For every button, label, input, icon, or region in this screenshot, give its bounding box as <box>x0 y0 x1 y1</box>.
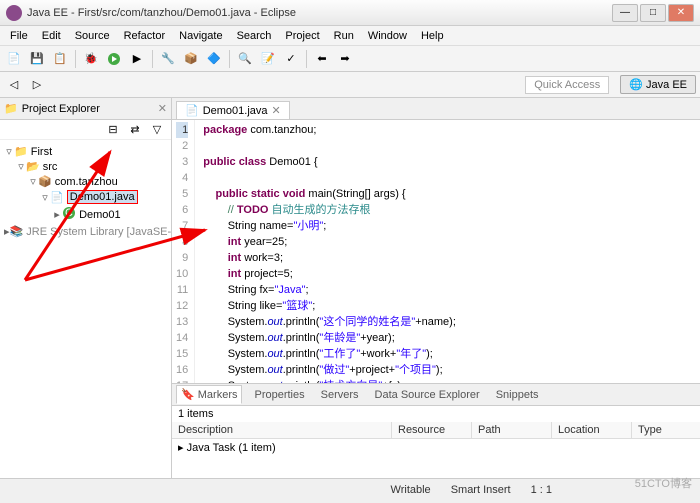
library-icon: 📚 <box>10 225 24 238</box>
new-server-button[interactable]: 🔧 <box>158 49 178 69</box>
annot-button[interactable]: 📝 <box>258 49 278 69</box>
status-position: 1 : 1 <box>531 484 552 496</box>
tree-src[interactable]: ▿📂 src <box>4 159 167 174</box>
collapse-all-button[interactable]: ⊟ <box>103 120 123 140</box>
tree-jre[interactable]: ▸📚 JRE System Library [JavaSE-1.7 <box>4 224 167 239</box>
bottom-tab-properties[interactable]: Properties <box>250 387 308 403</box>
menu-help[interactable]: Help <box>415 28 450 44</box>
search-button[interactable]: 🔍 <box>235 49 255 69</box>
window-title: Java EE - First/src/com/tanzhou/Demo01.j… <box>27 7 612 19</box>
markers-col-type[interactable]: Type <box>632 422 700 438</box>
bottom-tab-snippets[interactable]: Snippets <box>492 387 543 403</box>
save-all-button[interactable]: 📋 <box>50 49 70 69</box>
java-file-icon: 📄 <box>185 104 199 117</box>
editor-tabs: 📄 Demo01.java ✕ <box>172 98 700 120</box>
back-button[interactable]: ⬅ <box>312 49 332 69</box>
project-icon: 📁 <box>14 145 28 158</box>
perspective-javaee[interactable]: 🌐 Java EE <box>620 75 696 94</box>
project-explorer-view: 📁 Project Explorer ✕ ⊟ ⇄ ▽ ▿📁 First ▿📂 s… <box>0 98 172 478</box>
link-editor-button[interactable]: ⇄ <box>125 120 145 140</box>
close-tab-icon[interactable]: ✕ <box>272 104 281 117</box>
title-bar: Java EE - First/src/com/tanzhou/Demo01.j… <box>0 0 700 26</box>
menu-project[interactable]: Project <box>279 28 325 44</box>
forward-button[interactable]: ➡ <box>335 49 355 69</box>
watermark: 51CTO博客 <box>635 475 692 491</box>
markers-col-location[interactable]: Location <box>552 422 632 438</box>
close-button[interactable]: ✕ <box>668 4 694 22</box>
tree-java-file[interactable]: ▿📄 Demo01.java <box>4 189 167 205</box>
menu-file[interactable]: File <box>4 28 34 44</box>
status-bar: Writable Smart Insert 1 : 1 <box>0 478 700 500</box>
close-view-icon[interactable]: ✕ <box>158 102 167 115</box>
new-button[interactable]: 📄 <box>4 49 24 69</box>
menu-run[interactable]: Run <box>328 28 360 44</box>
run-ext-button[interactable]: ▶ <box>127 49 147 69</box>
markers-count: 1 items <box>172 406 700 422</box>
project-explorer-title: Project Explorer <box>22 103 154 115</box>
markers-col-resource[interactable]: Resource <box>392 422 472 438</box>
type-button[interactable]: 🔷 <box>204 49 224 69</box>
folder-icon: 📁 <box>4 102 18 115</box>
code-editor[interactable]: 12345678910111213141516171819 package co… <box>172 120 700 383</box>
task-button[interactable]: ✓ <box>281 49 301 69</box>
menu-search[interactable]: Search <box>231 28 278 44</box>
markers-col-path[interactable]: Path <box>472 422 552 438</box>
status-writable: Writable <box>391 484 431 496</box>
nav-fwd-button[interactable]: ▷ <box>27 75 47 95</box>
maximize-button[interactable]: □ <box>640 4 666 22</box>
run-button[interactable] <box>104 49 124 69</box>
view-menu-button[interactable]: ▽ <box>147 120 167 140</box>
nav-back-button[interactable]: ◁ <box>4 75 24 95</box>
toolbar-row2: ◁ ▷ Quick Access 🌐 Java EE <box>0 72 700 98</box>
status-insert: Smart Insert <box>451 484 511 496</box>
main-toolbar: 📄 💾 📋 🐞 ▶ 🔧 📦 🔷 🔍 📝 ✓ ⬅ ➡ <box>0 46 700 72</box>
project-tree[interactable]: ▿📁 First ▿📂 src ▿📦 com.tanzhou ▿📄 Demo01… <box>0 140 171 478</box>
eclipse-icon <box>6 5 22 21</box>
markers-col-description[interactable]: Description <box>172 422 392 438</box>
package-button[interactable]: 📦 <box>181 49 201 69</box>
tree-project[interactable]: ▿📁 First <box>4 144 167 159</box>
tree-package[interactable]: ▿📦 com.tanzhou <box>4 174 167 189</box>
bottom-tab-markers[interactable]: 🔖 Markers <box>176 385 242 404</box>
minimize-button[interactable]: — <box>612 4 638 22</box>
javaee-icon: 🌐 <box>629 79 643 91</box>
menu-refactor[interactable]: Refactor <box>118 28 172 44</box>
markers-row[interactable]: ▸ Java Task (1 item) <box>172 439 700 456</box>
quick-access-input[interactable]: Quick Access <box>525 76 609 94</box>
java-file-icon: 📄 <box>50 191 64 204</box>
bottom-tab-servers[interactable]: Servers <box>317 387 363 403</box>
menu-window[interactable]: Window <box>362 28 413 44</box>
tree-class[interactable]: ▸C Demo01 <box>4 205 167 224</box>
save-button[interactable]: 💾 <box>27 49 47 69</box>
class-icon: C <box>62 206 76 223</box>
menu-edit[interactable]: Edit <box>36 28 67 44</box>
src-folder-icon: 📂 <box>26 160 40 173</box>
bottom-panel: 🔖 Markers Properties Servers Data Source Ex… <box>172 383 700 478</box>
package-icon: 📦 <box>38 175 52 188</box>
svg-text:C: C <box>65 207 73 219</box>
menu-navigate[interactable]: Navigate <box>173 28 228 44</box>
bottom-tab-data-source-explorer[interactable]: Data Source Explorer <box>371 387 484 403</box>
debug-button[interactable]: 🐞 <box>81 49 101 69</box>
editor-tab-demo01[interactable]: 📄 Demo01.java ✕ <box>176 101 290 119</box>
menu-source[interactable]: Source <box>69 28 116 44</box>
menu-bar: FileEditSourceRefactorNavigateSearchProj… <box>0 26 700 46</box>
